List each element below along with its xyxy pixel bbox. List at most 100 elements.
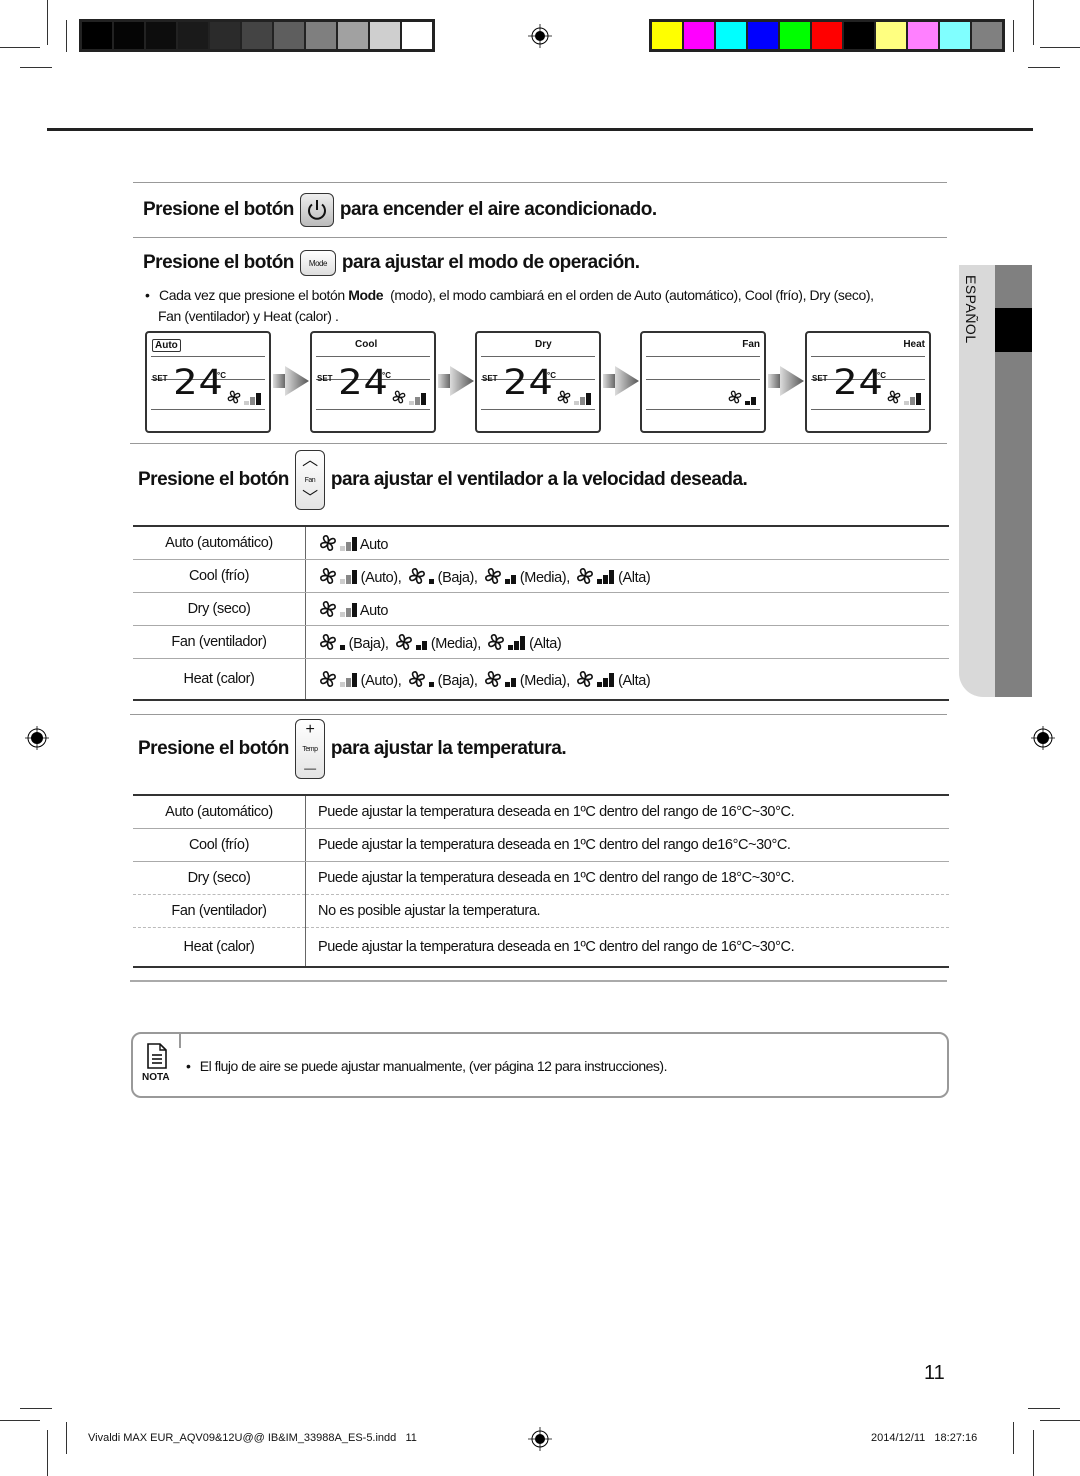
crop-mark	[1028, 67, 1060, 68]
temp-button[interactable]: + Temp —	[294, 719, 325, 779]
color-swatch	[716, 22, 746, 49]
fan-option-label: (Baja),	[348, 636, 389, 652]
color-swatch	[876, 22, 906, 49]
fan-option: (Media),	[483, 671, 570, 689]
crop-mark	[1040, 1420, 1080, 1421]
fan-icon	[485, 671, 502, 687]
lcd-set-label: SET	[812, 374, 828, 383]
fan-icon	[396, 634, 413, 650]
mode-cell: Cool (frío)	[133, 828, 306, 862]
table-row: Heat (calor) (Auto), (Baja), (Media), (A…	[133, 658, 949, 701]
mode-text-3: Fan (ventilador) y Heat (calor) .	[158, 308, 339, 324]
lcd-set-label: SET	[152, 374, 168, 383]
power-button[interactable]	[299, 193, 334, 227]
lcd-mode-label: Dry	[535, 339, 552, 350]
fan-option: (Auto),	[318, 671, 402, 689]
process-color-bar	[649, 19, 1005, 52]
color-swatch	[684, 22, 714, 49]
table-row: Fan (ventilador) (Baja), (Media), (Alta)	[133, 625, 949, 659]
crop-mark	[0, 1420, 40, 1421]
arrow-right-icon	[603, 366, 639, 396]
fan-option: (Alta)	[486, 634, 562, 652]
fan-icon	[577, 671, 594, 687]
lcd-fan-indicator	[226, 389, 261, 405]
divider	[133, 237, 947, 238]
fan-option: (Baja),	[407, 671, 478, 689]
note-content: El flujo de aire se puede ajustar manual…	[199, 1058, 668, 1074]
temperature-description-cell: Puede ajustar la temperatura deseada en …	[305, 828, 949, 862]
lcd-mode-label: Cool	[355, 339, 378, 350]
crop-mark	[47, 0, 48, 45]
fan-speed-medium-icon	[505, 678, 517, 687]
fan-speed-auto-icon	[340, 537, 357, 551]
lcd-mode-label: Heat	[903, 339, 925, 350]
table-row: Dry (seco) Auto	[133, 592, 949, 626]
fan-options-cell: (Auto), (Baja), (Media), (Alta)	[305, 559, 949, 593]
crop-mark	[1028, 1408, 1060, 1409]
heading-suffix: para encender el aire acondicionado.	[339, 199, 657, 220]
color-swatch	[402, 22, 432, 49]
fan-options-cell: (Baja), (Media), (Alta)	[305, 625, 949, 659]
fan-icon	[227, 390, 241, 404]
color-swatch	[210, 22, 240, 49]
fan-option: Auto	[318, 601, 389, 619]
lcd-fan-indicator	[391, 389, 426, 405]
fan-options-cell: Auto	[305, 526, 949, 560]
heading-suffix: para ajustar el ventilador a la velocida…	[330, 469, 748, 490]
temperature-table: Auto (automático) Puede ajustar la temper…	[133, 794, 949, 968]
table-row: Cool (frío) (Auto), (Baja), (Media), (Al…	[133, 559, 949, 593]
crop-mark	[66, 1422, 67, 1454]
mode-cell: Dry (seco)	[133, 861, 306, 895]
lcd-display-fan: Fan	[640, 331, 766, 433]
crop-mark	[1033, 1430, 1034, 1476]
crop-mark	[1013, 20, 1014, 52]
language-label: ESPAÑOL	[963, 275, 979, 344]
temperature-description-cell: No es posible ajustar la temperatura.	[305, 894, 949, 928]
mode-button[interactable]: Mode	[299, 250, 336, 276]
mode-cell: Heat (calor)	[133, 658, 306, 701]
table-row: Dry (seco) Puede ajustar la temperatura d…	[133, 861, 949, 895]
fan-speed-auto-icon	[904, 393, 921, 405]
lcd-display-dry: Dry SET 24 °C	[475, 331, 601, 433]
divider	[130, 980, 947, 982]
lcd-mode-label: Fan	[742, 339, 760, 350]
header-rule	[47, 128, 1033, 131]
color-swatch	[178, 22, 208, 49]
lcd-unit: °C	[877, 371, 886, 380]
fan-option: (Alta)	[575, 568, 651, 586]
arrow-right-icon	[768, 366, 804, 396]
table-row: Fan (ventilador) No es posible ajustar la…	[133, 894, 949, 928]
fan-speed-low-icon	[340, 645, 345, 650]
fan-speed-auto-icon	[340, 673, 357, 687]
fan-button[interactable]: ︿ Fan ﹀	[294, 450, 325, 510]
fan-option: Auto	[318, 535, 388, 553]
fan-icon	[409, 568, 425, 584]
fan-icon	[557, 390, 571, 404]
fan-option: (Baja),	[407, 568, 478, 586]
fan-icon	[485, 568, 502, 584]
fan-speed-low-icon	[429, 682, 434, 687]
crop-mark	[66, 20, 67, 52]
fan-speed-auto-icon	[340, 570, 357, 584]
fan-option: (Auto),	[318, 568, 402, 586]
fan-options-cell: (Auto), (Baja), (Media), (Alta)	[305, 658, 949, 701]
crop-mark	[0, 47, 40, 48]
color-swatch	[940, 22, 970, 49]
fan-option-label: Auto	[359, 603, 389, 619]
color-swatch	[146, 22, 176, 49]
color-swatch	[844, 22, 874, 49]
fan-option-label: (Alta)	[529, 636, 562, 652]
fan-options-cell: Auto	[305, 592, 949, 626]
heading-suffix: para ajustar el modo de operación.	[341, 252, 640, 273]
color-swatch	[972, 22, 1002, 49]
fan-heading: Presione el botón ︿ Fan ﹀ para ajustar e…	[138, 450, 748, 510]
temperature-description-cell: Puede ajustar la temperatura deseada en …	[305, 927, 949, 968]
mode-text-2: (modo), el modo cambiará en el orden de …	[383, 287, 874, 303]
note-box-tick	[179, 1034, 181, 1048]
fan-option-label: (Media),	[519, 673, 570, 689]
color-swatch	[274, 22, 304, 49]
registration-mark-icon	[528, 1427, 552, 1451]
fan-icon	[728, 390, 742, 404]
color-swatch	[242, 22, 272, 49]
crop-mark	[20, 1408, 52, 1409]
